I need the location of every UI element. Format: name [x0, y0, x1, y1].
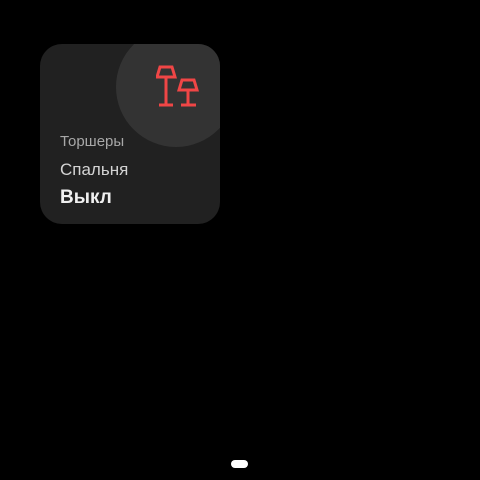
room-name: Спальня: [60, 160, 129, 179]
home-indicator[interactable]: [231, 460, 248, 468]
floor-lamps-tile[interactable]: Торшеры Спальня Выкл: [40, 44, 220, 224]
device-category: Торшеры: [60, 133, 125, 150]
floor-lamps-icon: [156, 65, 200, 107]
device-state: Выкл: [60, 187, 112, 208]
